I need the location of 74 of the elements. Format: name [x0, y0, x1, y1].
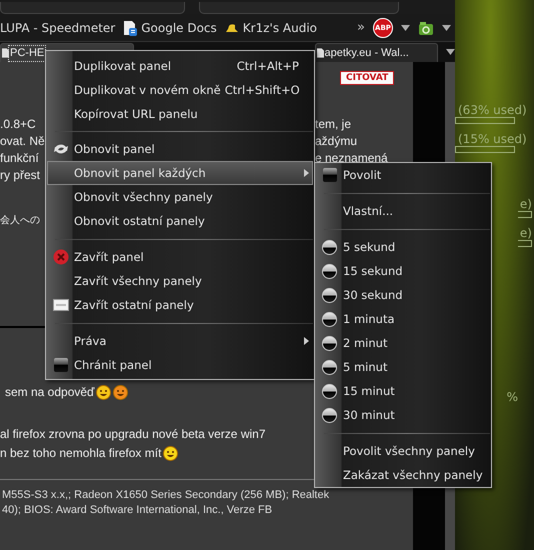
quote-button[interactable]: CITOVAT	[340, 71, 394, 85]
signature-text: M55S-S3 x.x,; Radeon X1650 Series Secondary (256 MB); Realtek	[2, 489, 330, 503]
window-icon	[52, 299, 68, 311]
radio-button[interactable]	[322, 336, 337, 350]
bookmarks-overflow-button[interactable]: »	[357, 20, 365, 35]
radio-button[interactable]	[322, 288, 337, 302]
smiley-icon	[113, 384, 128, 400]
menu-item[interactable]: 2 minut	[316, 331, 490, 355]
radio-button[interactable]	[322, 264, 337, 278]
post-text: .0.8+C	[0, 116, 37, 130]
radio-button[interactable]	[322, 384, 337, 398]
menu-item[interactable]: 30 sekund	[316, 283, 490, 307]
widget-text: %	[506, 390, 519, 404]
post-text: 会人への	[0, 214, 40, 228]
menu-item[interactable]: Duplikovat panel Ctrl+Alt+P	[47, 54, 313, 78]
post-text: n bez toho nemohla firefox mít	[0, 446, 162, 460]
menu-item[interactable]: 30 minut	[316, 403, 490, 427]
menu-item[interactable]: Duplikovat v novém okně Ctrl+Shift+O	[47, 78, 313, 102]
refresh-icon	[52, 143, 68, 155]
menu-item[interactable]: Vlastní...	[316, 199, 490, 223]
menu-item[interactable]: Zavřít ostatní panely	[47, 293, 313, 317]
smiley-icon	[96, 384, 112, 400]
page-icon	[2, 48, 9, 58]
bookmark[interactable]: Google Docs	[123, 20, 217, 36]
menu-item[interactable]: Obnovit panel	[47, 137, 313, 161]
bookmark[interactable]: LUPA - Speedmeter	[0, 20, 116, 34]
menu-item[interactable]: Zavřít panel	[47, 245, 313, 269]
address-field[interactable]	[0, 2, 185, 14]
hat-icon	[224, 22, 239, 32]
post-text: sem na odpověď	[5, 385, 94, 399]
menu-item[interactable]: Povolit	[316, 163, 490, 187]
disk-usage-text: e)	[520, 226, 532, 240]
radio-button[interactable]	[322, 408, 337, 422]
checkbox[interactable]	[322, 168, 336, 182]
radio-button[interactable]	[322, 240, 337, 254]
menu-item[interactable]: Obnovit všechny panely	[47, 185, 313, 209]
bookmark[interactable]: Kr1z's Audio	[224, 20, 317, 34]
document-icon	[123, 20, 138, 36]
post-text: funkční	[0, 150, 40, 164]
menu-item[interactable]: 15 minut	[316, 379, 490, 403]
menu-item[interactable]: 15 sekund	[316, 259, 490, 283]
caret-icon[interactable]	[442, 24, 451, 30]
post-text: ry přest	[0, 168, 42, 182]
menu-item[interactable]: Práva	[47, 329, 313, 353]
menu-item[interactable]: Chránit panel	[47, 353, 313, 377]
menu-item[interactable]: Obnovit ostatní panely	[47, 209, 313, 233]
browser-tab[interactable]: apetky.eu - Wal...	[314, 43, 438, 62]
square-icon	[54, 358, 68, 372]
disk-usage-text: (63% used)	[458, 103, 527, 117]
post-text: al firefox zrovna po upgradu nové beta verze win7	[0, 427, 266, 441]
menu-item[interactable]: 5 minut	[316, 355, 490, 379]
disk-usage-text: e)	[520, 197, 532, 211]
menu-item[interactable]: 1 minuta	[316, 307, 490, 331]
submenu-arrow-icon	[304, 169, 308, 177]
menu-item[interactable]: Obnovit panel každých	[47, 161, 313, 185]
disk-usage-text: (15% used)	[458, 132, 527, 146]
caret-icon[interactable]	[401, 24, 410, 30]
search-field[interactable]	[199, 2, 399, 14]
smiley-icon	[163, 446, 178, 460]
menu-item[interactable]: Zavřít všechny panely	[47, 269, 313, 293]
post-text: aždýmu	[315, 134, 358, 148]
submenu-arrow-icon	[304, 337, 308, 345]
close-icon	[52, 249, 68, 265]
radio-button[interactable]	[322, 360, 337, 374]
post-text: ovat. Ně	[0, 134, 45, 148]
radio-button[interactable]	[322, 312, 337, 326]
menu-item[interactable]: 5 sekund	[316, 235, 490, 259]
signature-text: 40); BIOS: Award Software International, Inc., Verze FB	[2, 504, 274, 518]
post-text: tem, je	[315, 116, 352, 130]
tab-list-icon[interactable]	[446, 49, 455, 55]
menu-item[interactable]: Zakázat všechny panely	[316, 463, 490, 487]
post-text: e neznamená	[315, 150, 389, 164]
menu-item[interactable]: Povolit všechny panely	[316, 439, 490, 463]
menu-item[interactable]: Kopírovat URL panelu	[47, 102, 313, 126]
